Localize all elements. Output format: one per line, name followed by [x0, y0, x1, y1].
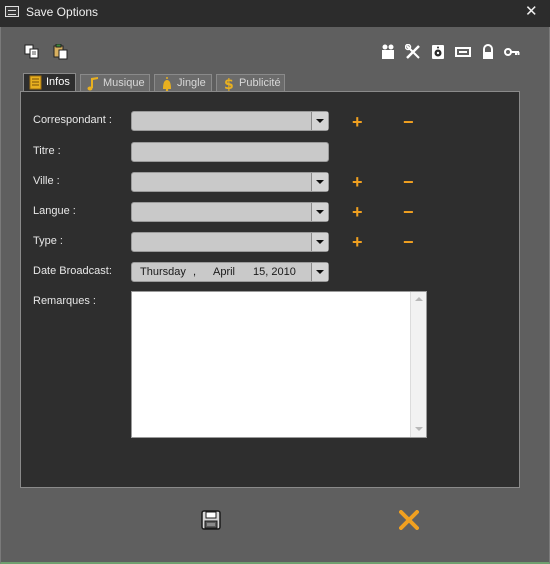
lock-icon[interactable]: [480, 44, 496, 60]
date-month: April: [213, 266, 236, 278]
tab-infos[interactable]: Infos: [23, 73, 76, 92]
langue-label: Langue :: [33, 205, 76, 217]
ville-dropdown[interactable]: [131, 172, 329, 192]
date-broadcast-label: Date Broadcast:: [33, 265, 112, 277]
speaker-icon[interactable]: [430, 44, 446, 60]
remarques-label: Remarques :: [33, 295, 96, 307]
remarques-scrollbar[interactable]: [410, 292, 426, 437]
date-day-year: 15, 2010: [253, 266, 296, 278]
type-dropdown[interactable]: [131, 232, 329, 252]
tab-publicite[interactable]: $ Publicité: [216, 74, 285, 92]
tab-musique[interactable]: Musique: [80, 74, 150, 92]
tab-jingle[interactable]: Jingle: [154, 74, 212, 92]
add-correspondant-button[interactable]: +: [352, 113, 363, 131]
window-title: Save Options: [26, 5, 99, 19]
dollar-icon: $: [224, 77, 234, 91]
music-note-icon: [87, 77, 98, 91]
date-broadcast-picker[interactable]: Thursday , April 15, 2010: [131, 262, 329, 282]
cancel-x-icon: [399, 510, 419, 530]
add-langue-button[interactable]: +: [352, 203, 363, 221]
tools-icon[interactable]: [405, 44, 421, 60]
ville-label: Ville :: [33, 175, 60, 187]
document-icon: [29, 75, 42, 90]
tab-label: Publicité: [239, 77, 281, 89]
langue-dropdown[interactable]: [131, 202, 329, 222]
add-ville-button[interactable]: +: [352, 173, 363, 191]
tab-label: Jingle: [177, 77, 206, 89]
date-separator: ,: [193, 266, 197, 278]
date-weekday: Thursday: [140, 266, 186, 278]
network-card-icon[interactable]: [455, 44, 471, 60]
chevron-down-icon[interactable]: [311, 263, 328, 281]
add-type-button[interactable]: +: [352, 233, 363, 251]
copy-icon[interactable]: [24, 44, 40, 60]
remove-type-button[interactable]: −: [403, 233, 414, 251]
scroll-down-icon[interactable]: [411, 423, 426, 437]
save-button[interactable]: [201, 510, 221, 530]
chevron-down-icon[interactable]: [311, 112, 328, 130]
chevron-down-icon[interactable]: [311, 173, 328, 191]
close-button[interactable]: ✕: [525, 4, 538, 20]
correspondant-dropdown[interactable]: [131, 111, 329, 131]
svg-text:$: $: [224, 77, 234, 91]
scroll-up-icon[interactable]: [411, 292, 426, 306]
remove-langue-button[interactable]: −: [403, 203, 414, 221]
cancel-button[interactable]: [399, 510, 419, 530]
remove-ville-button[interactable]: −: [403, 173, 414, 191]
type-label: Type :: [33, 235, 63, 247]
correspondant-label: Correspondant :: [33, 114, 112, 126]
remove-correspondant-button[interactable]: −: [403, 113, 414, 131]
app-icon: [5, 6, 19, 17]
titre-input[interactable]: [131, 142, 329, 162]
paste-icon[interactable]: [53, 44, 69, 60]
key-icon[interactable]: [504, 44, 520, 60]
floppy-disk-icon: [201, 510, 221, 530]
tab-label: Musique: [103, 77, 145, 89]
bell-icon: [163, 77, 171, 91]
chevron-down-icon[interactable]: [311, 203, 328, 221]
remarques-textarea[interactable]: [131, 291, 427, 438]
titre-label: Titre :: [33, 145, 61, 157]
chevron-down-icon[interactable]: [311, 233, 328, 251]
tab-label: Infos: [46, 76, 70, 88]
title-bar: Save Options ✕: [0, 0, 550, 27]
people-icon[interactable]: [380, 44, 396, 60]
